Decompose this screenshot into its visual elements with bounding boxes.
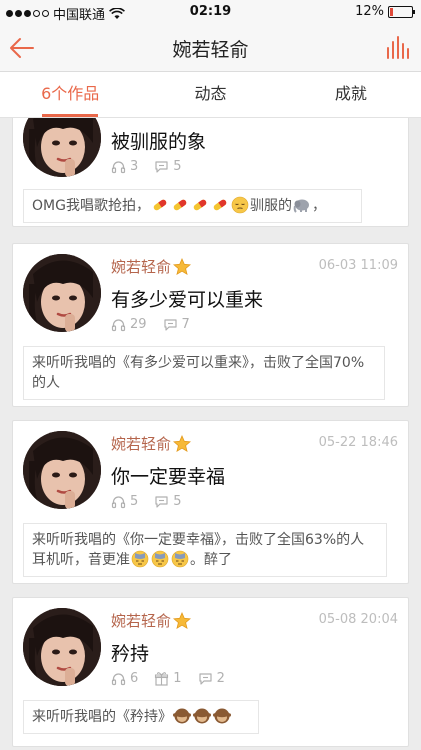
comment-text-tail: ， xyxy=(311,198,326,214)
author-label: 婉若轻俞 xyxy=(111,435,172,453)
comment-count: 5 xyxy=(154,159,182,174)
author-name[interactable]: 婉若轻俞 xyxy=(111,610,191,631)
headphone-icon xyxy=(111,161,126,174)
song-title[interactable]: 被驯服的象 xyxy=(111,127,206,154)
author-name[interactable]: 婉若轻俞 xyxy=(111,433,191,454)
listen-count: 29 xyxy=(111,317,147,332)
work-stats: 3 5 xyxy=(111,159,192,174)
elephant-emoji-icon xyxy=(293,198,310,213)
battery-icon xyxy=(388,5,415,18)
page-title: 婉若轻俞 xyxy=(172,39,249,61)
status-bar: 中国联通 02:19 12% xyxy=(0,0,421,24)
comment-count: 5 xyxy=(154,494,182,509)
comment-text: 来听听我唱的《矜持》 xyxy=(32,709,172,725)
work-comment[interactable]: 来听听我唱的《你一定要幸福》，击败了全国63%的人耳机听，音更准 。醉了 xyxy=(23,523,387,577)
pill-emoji-icon xyxy=(172,198,188,212)
work-card[interactable]: 婉若轻俞 05-22 18:46 你一定要幸福 5 5 来听听我唱的《你一定要幸… xyxy=(12,420,409,584)
headphone-icon xyxy=(111,673,126,686)
avatar[interactable] xyxy=(23,431,101,509)
headphone-icon xyxy=(111,496,126,509)
listen-count-value: 29 xyxy=(130,317,147,332)
comment-count: 7 xyxy=(163,317,190,332)
star-badge-icon xyxy=(173,612,191,629)
gift-icon xyxy=(155,672,169,686)
work-comment[interactable]: 来听听我唱的《有多少爱可以重来》，击败了全国70%的人 xyxy=(23,346,385,400)
comment-text-suffix: 驯服的 xyxy=(249,198,292,214)
navigation-bar: 婉若轻俞 xyxy=(0,24,421,72)
comment-text: OMG我唱歌抢拍， xyxy=(32,198,150,214)
gift-count: 1 xyxy=(154,671,182,686)
comment-icon xyxy=(198,673,212,685)
comment-count-value: 5 xyxy=(173,494,182,509)
work-comment[interactable]: OMG我唱歌抢拍， 驯服的 ， xyxy=(23,189,362,223)
sweat-face-emoji-icon xyxy=(171,550,189,568)
listen-count: 3 xyxy=(111,159,138,174)
sweat-face-emoji-icon xyxy=(131,550,149,568)
star-badge-icon xyxy=(173,258,191,275)
song-title[interactable]: 你一定要幸福 xyxy=(111,462,225,489)
comment-text-suffix: 。醉了 xyxy=(190,552,232,568)
tab-achievements[interactable]: 成就 xyxy=(281,72,421,117)
author-name[interactable]: 婉若轻俞 xyxy=(111,256,191,277)
post-date: 06-03 11:09 xyxy=(318,258,398,273)
profile-tabs: 6个作品 动态 成就 xyxy=(0,72,421,118)
work-stats: 5 5 xyxy=(111,494,192,509)
post-date: 05-22 18:46 xyxy=(318,435,398,450)
work-stats: 6 1 2 xyxy=(111,671,235,686)
comment-count: 2 xyxy=(198,671,225,686)
battery-percent: 12% xyxy=(355,4,384,19)
headphone-icon xyxy=(111,319,126,332)
avatar[interactable] xyxy=(23,608,101,686)
see-no-evil-monkey-emoji-icon xyxy=(173,708,191,724)
status-right: 12% xyxy=(355,4,415,19)
work-stats: 29 7 xyxy=(111,317,200,332)
listen-count-value: 5 xyxy=(130,494,139,509)
listen-count-value: 6 xyxy=(130,671,139,686)
tab-activity[interactable]: 动态 xyxy=(140,72,280,117)
comment-count-value: 5 xyxy=(173,159,182,174)
pill-emoji-icon xyxy=(192,198,208,212)
work-card[interactable]: 被驯服的象 3 5 OMG我唱歌抢拍， 驯服的 ， xyxy=(12,118,409,227)
sleepy-face-emoji-icon xyxy=(231,196,249,214)
avatar[interactable] xyxy=(23,254,101,332)
comment-icon xyxy=(163,319,177,331)
pill-emoji-icon xyxy=(212,198,228,212)
listen-count: 5 xyxy=(111,494,138,509)
post-date: 05-08 20:04 xyxy=(318,612,398,627)
sweat-face-emoji-icon xyxy=(151,550,169,568)
author-label: 婉若轻俞 xyxy=(111,258,172,276)
avatar[interactable] xyxy=(23,118,101,177)
author-label: 婉若轻俞 xyxy=(111,612,172,630)
tab-works[interactable]: 6个作品 xyxy=(0,72,140,117)
work-card[interactable]: 婉若轻俞 06-03 11:09 有多少爱可以重来 29 7 来听听我唱的《有多… xyxy=(12,243,409,407)
comment-count-value: 2 xyxy=(216,671,225,686)
song-title[interactable]: 有多少爱可以重来 xyxy=(111,285,263,312)
comment-icon xyxy=(155,496,168,508)
work-card[interactable]: 婉若轻俞 05-08 20:04 矜持 6 1 2 来听听我唱的《矜持》 xyxy=(12,597,409,747)
comment-count-value: 7 xyxy=(181,317,190,332)
pill-emoji-icon xyxy=(152,198,168,212)
see-no-evil-monkey-emoji-icon xyxy=(213,708,231,724)
comment-icon xyxy=(155,161,168,173)
works-feed: 被驯服的象 3 5 OMG我唱歌抢拍， 驯服的 ， 婉若轻俞 06-03 11:09… xyxy=(0,118,421,750)
listen-count-value: 3 xyxy=(130,159,139,174)
song-title[interactable]: 矜持 xyxy=(111,639,149,666)
see-no-evil-monkey-emoji-icon xyxy=(193,708,211,724)
work-comment[interactable]: 来听听我唱的《矜持》 xyxy=(23,700,259,734)
listen-count: 6 xyxy=(111,671,138,686)
star-badge-icon xyxy=(173,435,191,452)
gift-count-value: 1 xyxy=(173,671,182,686)
bar-chart-icon[interactable] xyxy=(383,34,411,62)
